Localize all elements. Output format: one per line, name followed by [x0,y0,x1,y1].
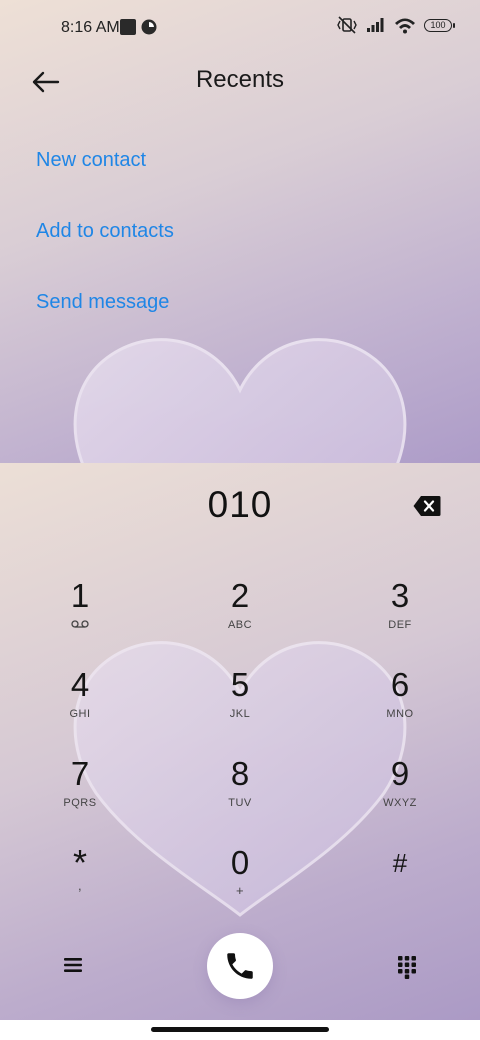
key-letters: + [235,883,245,898]
heart-decoration [73,338,407,463]
navigation-bar [0,1020,480,1040]
dialpad-grid-icon[interactable] [397,955,417,979]
key-letters: WXYZ [383,797,417,809]
key-digit: 7 [70,755,90,792]
key-digit: 6 [390,666,410,703]
key-letters: DEF [388,619,412,631]
send-message-link[interactable]: Send message [36,291,169,314]
key-7[interactable]: 7 PQRS [20,756,140,836]
key-hash[interactable]: # [340,845,460,925]
voicemail-icon [71,620,89,628]
key-4[interactable]: 4 GHI [20,667,140,747]
key-letters: MNO [386,708,414,720]
key-digit: # [392,848,408,878]
key-digit: 8 [230,755,250,792]
notification-square-icon [120,19,136,35]
battery-icon: 100 [424,18,455,32]
recents-panel: 8:16 AM 100 Recents New contact Add to c… [0,0,480,463]
add-to-contacts-link[interactable]: Add to contacts [36,220,174,243]
dialed-number: 010 [207,484,273,525]
key-digit: 4 [70,666,90,703]
key-8[interactable]: 8 TUV [180,756,300,836]
key-6[interactable]: 6 MNO [340,667,460,747]
key-letters: JKL [229,708,251,720]
vibrate-icon [337,16,357,34]
key-letters: GHI [69,708,91,720]
wifi-icon [395,18,415,33]
home-gesture-handle[interactable] [151,1027,329,1032]
status-bar: 8:16 AM 100 [0,0,480,56]
key-0[interactable]: 0 + [180,845,300,925]
key-digit: 1 [70,577,90,614]
key-letters: PQRS [63,797,97,809]
key-star[interactable]: * , [20,845,140,925]
key-digit: 5 [230,666,250,703]
key-digit: * [72,842,87,883]
key-digit: 9 [390,755,410,792]
key-letters: , [77,878,83,893]
phone-icon [227,953,253,979]
key-letters: TUV [228,797,252,809]
key-9[interactable]: 9 WXYZ [340,756,460,836]
key-digit: 2 [230,577,250,614]
page-title: Recents [195,66,285,93]
new-contact-link[interactable]: New contact [36,149,146,172]
key-digit: 0 [230,844,250,881]
backspace-icon[interactable] [413,495,441,517]
key-1[interactable]: 1 [20,578,140,658]
key-5[interactable]: 5 JKL [180,667,300,747]
key-letters: ABC [227,619,253,631]
key-digit: 3 [390,577,410,614]
key-3[interactable]: 3 DEF [340,578,460,658]
call-button[interactable] [207,933,273,999]
signal-icon [367,18,384,32]
app-circle-icon [141,19,157,35]
menu-icon[interactable] [63,955,83,975]
key-2[interactable]: 2 ABC [180,578,300,658]
status-time: 8:16 AM [61,19,120,36]
